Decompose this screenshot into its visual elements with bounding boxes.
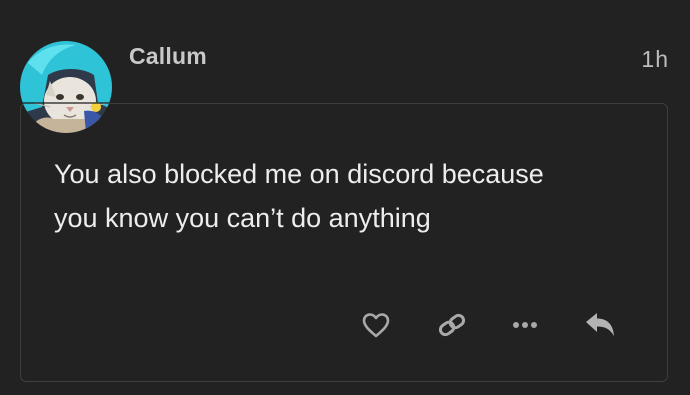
- heart-icon: [362, 313, 390, 338]
- link-icon: [438, 313, 466, 337]
- like-button[interactable]: [358, 307, 394, 343]
- avatar-image: [20, 41, 112, 133]
- reply-button[interactable]: [582, 307, 618, 343]
- post-text-line: you know you can’t do anything: [54, 203, 431, 233]
- post-actions: [0, 307, 690, 343]
- post-timestamp[interactable]: 1h: [641, 46, 669, 73]
- reply-icon: [586, 313, 614, 336]
- avatar[interactable]: [20, 41, 112, 133]
- more-options-button[interactable]: [507, 307, 543, 343]
- copy-link-button[interactable]: [434, 307, 470, 343]
- post-body: You also blocked me on discord because y…: [54, 152, 644, 240]
- more-icon: [513, 322, 537, 328]
- post-text-line: You also blocked me on discord because: [54, 159, 544, 189]
- username[interactable]: Callum: [129, 43, 207, 70]
